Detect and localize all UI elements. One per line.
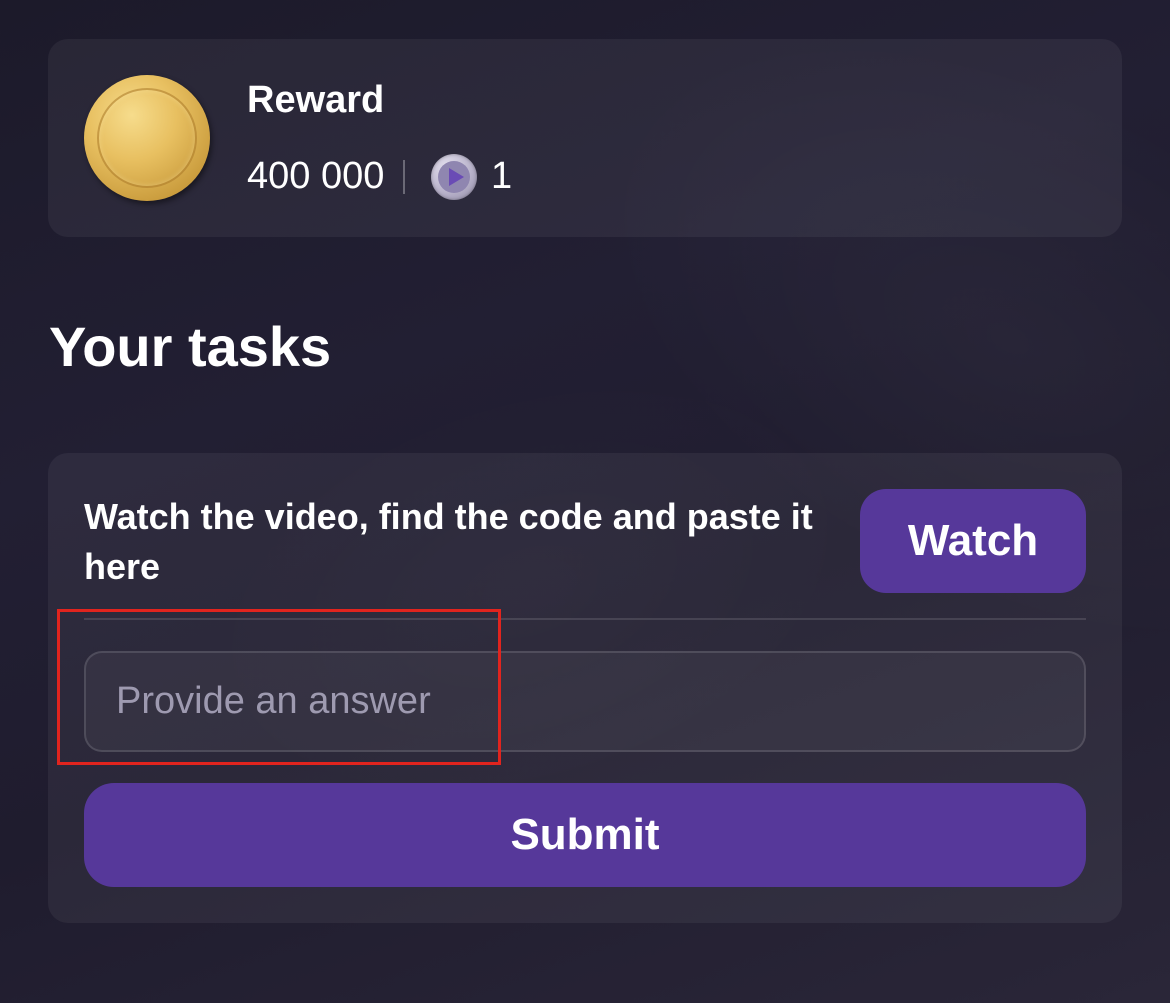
answer-input[interactable]	[84, 651, 1086, 752]
task-description: Watch the video, find the code and paste…	[84, 496, 813, 587]
submit-button[interactable]: Submit	[84, 783, 1086, 887]
gold-coin-icon	[84, 75, 210, 201]
play-triangle-icon	[438, 161, 470, 193]
token-count: 1	[491, 155, 513, 197]
reward-separator	[403, 160, 405, 194]
play-token-icon	[431, 154, 477, 200]
reward-title: Reward	[247, 79, 385, 121]
section-title: Your tasks	[49, 315, 332, 378]
coin-rim	[97, 88, 197, 188]
reward-amount: 400 000	[247, 155, 385, 197]
watch-button[interactable]: Watch	[860, 489, 1086, 593]
divider	[84, 618, 1086, 620]
